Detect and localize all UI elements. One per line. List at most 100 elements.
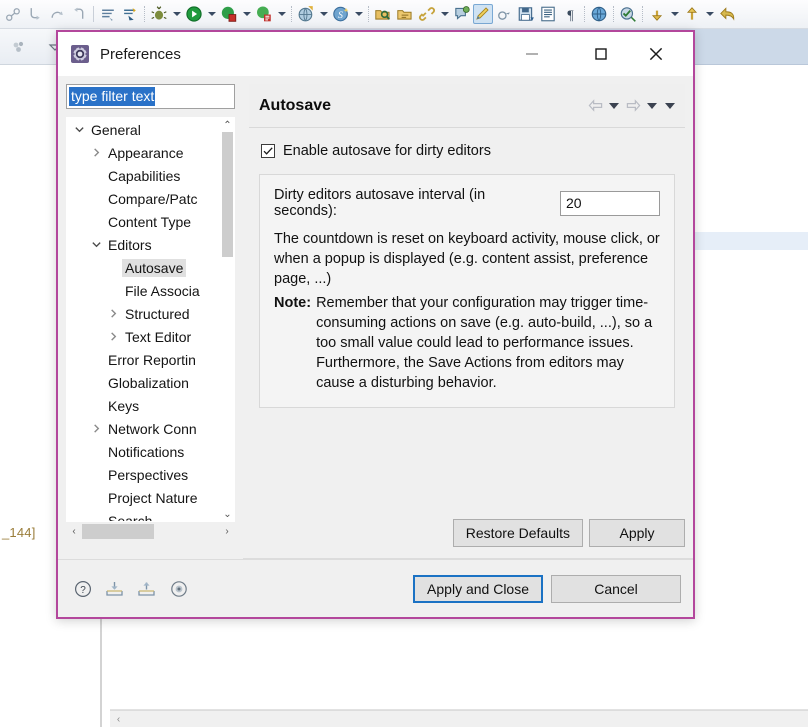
coverage-icon[interactable] xyxy=(218,3,240,25)
link-icon[interactable] xyxy=(416,3,438,25)
tree-item-label: Content Type xyxy=(108,213,192,230)
run-menu-icon[interactable] xyxy=(97,3,119,25)
tree-horizontal-scrollbar[interactable]: ‹ › xyxy=(66,523,235,540)
run-dropdown-caret[interactable] xyxy=(205,3,218,25)
page-header: Autosave xyxy=(249,84,685,128)
chevron-right-icon[interactable] xyxy=(88,423,105,434)
next-annotation-icon[interactable] xyxy=(681,3,703,25)
tree-item-error-reportin[interactable]: Error Reportin xyxy=(67,348,221,371)
coverage-dropdown-caret[interactable] xyxy=(240,3,253,25)
search-scm-icon[interactable]: S xyxy=(330,3,352,25)
back-arrow-icon[interactable] xyxy=(585,94,605,118)
profile-icon[interactable] xyxy=(253,3,275,25)
tree-scroll-thumb[interactable] xyxy=(222,132,233,257)
apply-and-close-button[interactable]: Apply and Close xyxy=(413,574,543,603)
tree-item-appearance[interactable]: Appearance xyxy=(67,141,221,164)
filter-preferences-icon[interactable] xyxy=(168,578,190,600)
debug-icon[interactable] xyxy=(148,3,170,25)
apply-button[interactable]: Apply xyxy=(589,519,685,547)
interval-input[interactable]: 20 xyxy=(560,190,660,216)
pencil-highlight-icon[interactable] xyxy=(473,4,493,24)
scroll-left-arrow-icon[interactable]: ‹ xyxy=(110,714,127,725)
chevron-down-icon[interactable] xyxy=(71,124,88,135)
open-type-icon[interactable] xyxy=(372,3,394,25)
step-into-icon[interactable] xyxy=(24,3,46,25)
tree-item-network-conn[interactable]: Network Conn xyxy=(67,417,221,440)
import-preferences-icon[interactable] xyxy=(104,578,126,600)
profile-dropdown-caret[interactable] xyxy=(275,3,288,25)
previous-annotation-icon[interactable] xyxy=(646,3,668,25)
tree-item-label: File Associa xyxy=(125,282,200,299)
chevron-down-icon[interactable] xyxy=(88,239,105,250)
back-history-chevron-down-icon[interactable] xyxy=(605,94,623,118)
restore-defaults-button[interactable]: Restore Defaults xyxy=(452,519,583,547)
next-annotation-caret[interactable] xyxy=(703,3,716,25)
cancel-button[interactable]: Cancel xyxy=(551,574,681,603)
tree-item-globalization[interactable]: Globalization xyxy=(67,371,221,394)
external-tools-icon[interactable] xyxy=(119,3,141,25)
scroll-left-arrow-icon[interactable]: ‹ xyxy=(66,526,82,537)
tree-hscroll-thumb[interactable] xyxy=(82,524,154,539)
annotation-icon[interactable] xyxy=(451,3,473,25)
validate-icon[interactable] xyxy=(617,3,639,25)
tree-item-capabilities[interactable]: Capabilities xyxy=(67,164,221,187)
chevron-right-icon[interactable] xyxy=(88,147,105,158)
close-icon[interactable] xyxy=(633,32,679,76)
toolbar-separator xyxy=(365,5,372,23)
scroll-right-arrow-icon[interactable]: › xyxy=(219,526,235,537)
tree-item-keys[interactable]: Keys xyxy=(67,394,221,417)
save-all-icon[interactable] xyxy=(515,3,537,25)
tree-item-search[interactable]: Search xyxy=(67,509,221,522)
chevron-right-icon[interactable] xyxy=(105,308,122,319)
maximize-icon[interactable] xyxy=(578,32,624,76)
minimize-icon[interactable] xyxy=(509,32,555,76)
enable-autosave-checkbox[interactable]: Enable autosave for dirty editors xyxy=(261,140,675,162)
tree-vertical-scrollbar[interactable]: ⌃ ⌄ xyxy=(221,118,234,521)
search-scm-dropdown-caret[interactable] xyxy=(352,3,365,25)
new-server-icon[interactable] xyxy=(295,3,317,25)
debug-last-icon[interactable] xyxy=(2,3,24,25)
ide-horizontal-scrollbar[interactable]: ‹ xyxy=(110,710,808,727)
package-explorer-icon[interactable] xyxy=(8,36,30,58)
globe-icon[interactable] xyxy=(588,3,610,25)
tree-item-perspectives[interactable]: Perspectives xyxy=(67,463,221,486)
export-preferences-icon[interactable] xyxy=(136,578,158,600)
tree-item-general[interactable]: General xyxy=(67,118,221,141)
forward-arrow-icon[interactable] xyxy=(623,94,643,118)
pilcrow-icon[interactable]: ¶ xyxy=(559,3,581,25)
tree-item-compare-patc[interactable]: Compare/Patc xyxy=(67,187,221,210)
step-return-icon[interactable] xyxy=(68,3,90,25)
tree-item-text-editor[interactable]: Text Editor xyxy=(67,325,221,348)
scroll-up-arrow-icon[interactable]: ⌃ xyxy=(221,118,234,132)
filter-input[interactable]: type filter text xyxy=(66,84,235,109)
run-icon[interactable] xyxy=(183,3,205,25)
tree-item-structured[interactable]: Structured xyxy=(67,302,221,325)
tree-item-file-associa[interactable]: File Associa xyxy=(67,279,221,302)
open-resource-icon[interactable] xyxy=(394,3,416,25)
page-menu-chevron-down-icon[interactable] xyxy=(661,94,679,118)
tree-item-autosave[interactable]: Autosave xyxy=(67,256,221,279)
tree-item-editors[interactable]: Editors xyxy=(67,233,221,256)
footer-icon-group: ? xyxy=(72,578,413,600)
quick-access-icon[interactable] xyxy=(493,3,515,25)
toolbar-separator xyxy=(288,5,295,23)
step-over-icon[interactable] xyxy=(46,3,68,25)
previous-annotation-caret[interactable] xyxy=(668,3,681,25)
debug-dropdown-caret[interactable] xyxy=(170,3,183,25)
dialog-titlebar[interactable]: Preferences xyxy=(58,32,693,76)
new-server-dropdown-caret[interactable] xyxy=(317,3,330,25)
back-nav-icon[interactable] xyxy=(716,3,738,25)
scroll-down-arrow-icon[interactable]: ⌄ xyxy=(221,507,234,521)
tree-item-notifications[interactable]: Notifications xyxy=(67,440,221,463)
chevron-right-icon[interactable] xyxy=(105,331,122,342)
forward-history-chevron-down-icon[interactable] xyxy=(643,94,661,118)
tree-item-project-nature[interactable]: Project Nature xyxy=(67,486,221,509)
svg-text:¶: ¶ xyxy=(567,7,574,22)
preferences-tree[interactable]: General Appearance Capabilities Compare/Pat… xyxy=(66,117,235,522)
help-icon[interactable]: ? xyxy=(72,578,94,600)
block-selection-icon[interactable] xyxy=(537,3,559,25)
tree-item-content-type[interactable]: Content Type xyxy=(67,210,221,233)
checkbox-box[interactable] xyxy=(261,144,275,158)
link-dropdown-caret[interactable] xyxy=(438,3,451,25)
toolbar-separator xyxy=(90,5,97,23)
